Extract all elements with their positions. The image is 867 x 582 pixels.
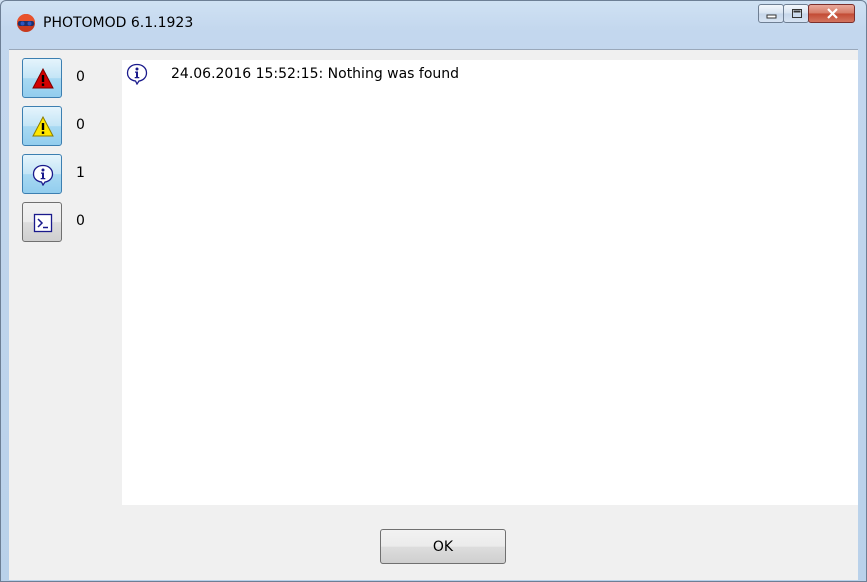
minimize-icon xyxy=(766,14,777,19)
maximize-icon xyxy=(792,9,802,18)
filter-row-info: 1 xyxy=(22,154,102,194)
warnings-count: 0 xyxy=(76,117,85,133)
info-filter-button[interactable] xyxy=(22,154,62,194)
console-filter-button[interactable] xyxy=(22,202,62,242)
close-icon xyxy=(827,8,838,19)
title-bar[interactable]: PHOTOMOD 6.1.1923 xyxy=(1,1,866,49)
ok-button[interactable]: OK xyxy=(380,529,506,564)
log-entry-text: 24.06.2016 15:52:15: Nothing was found xyxy=(171,66,460,82)
info-icon xyxy=(32,164,54,186)
errors-count: 0 xyxy=(76,69,85,85)
info-count: 1 xyxy=(76,165,85,181)
close-button[interactable] xyxy=(808,4,855,23)
photomod-logo-icon xyxy=(17,14,35,32)
dialog-body: 0 0 1 0 24.06.2016 15:52:15: Nothing was… xyxy=(9,49,858,580)
warning-triangle-icon xyxy=(32,116,54,137)
error-triangle-icon xyxy=(32,68,54,89)
console-icon xyxy=(33,213,53,233)
filter-row-warnings: 0 xyxy=(22,106,102,146)
maximize-button[interactable] xyxy=(783,4,809,23)
info-icon xyxy=(126,63,148,85)
filter-row-console: 0 xyxy=(22,202,102,242)
caption-buttons xyxy=(758,4,855,24)
warnings-filter-button[interactable] xyxy=(22,106,62,146)
window-title: PHOTOMOD 6.1.1923 xyxy=(43,15,194,31)
filter-row-errors: 0 xyxy=(22,58,102,98)
minimize-button[interactable] xyxy=(758,4,784,23)
log-list[interactable]: 24.06.2016 15:52:15: Nothing was found xyxy=(122,60,858,505)
errors-filter-button[interactable] xyxy=(22,58,62,98)
message-log-window: PHOTOMOD 6.1.1923 0 0 1 0 24.06.2016 15:… xyxy=(0,0,867,582)
console-count: 0 xyxy=(76,213,85,229)
